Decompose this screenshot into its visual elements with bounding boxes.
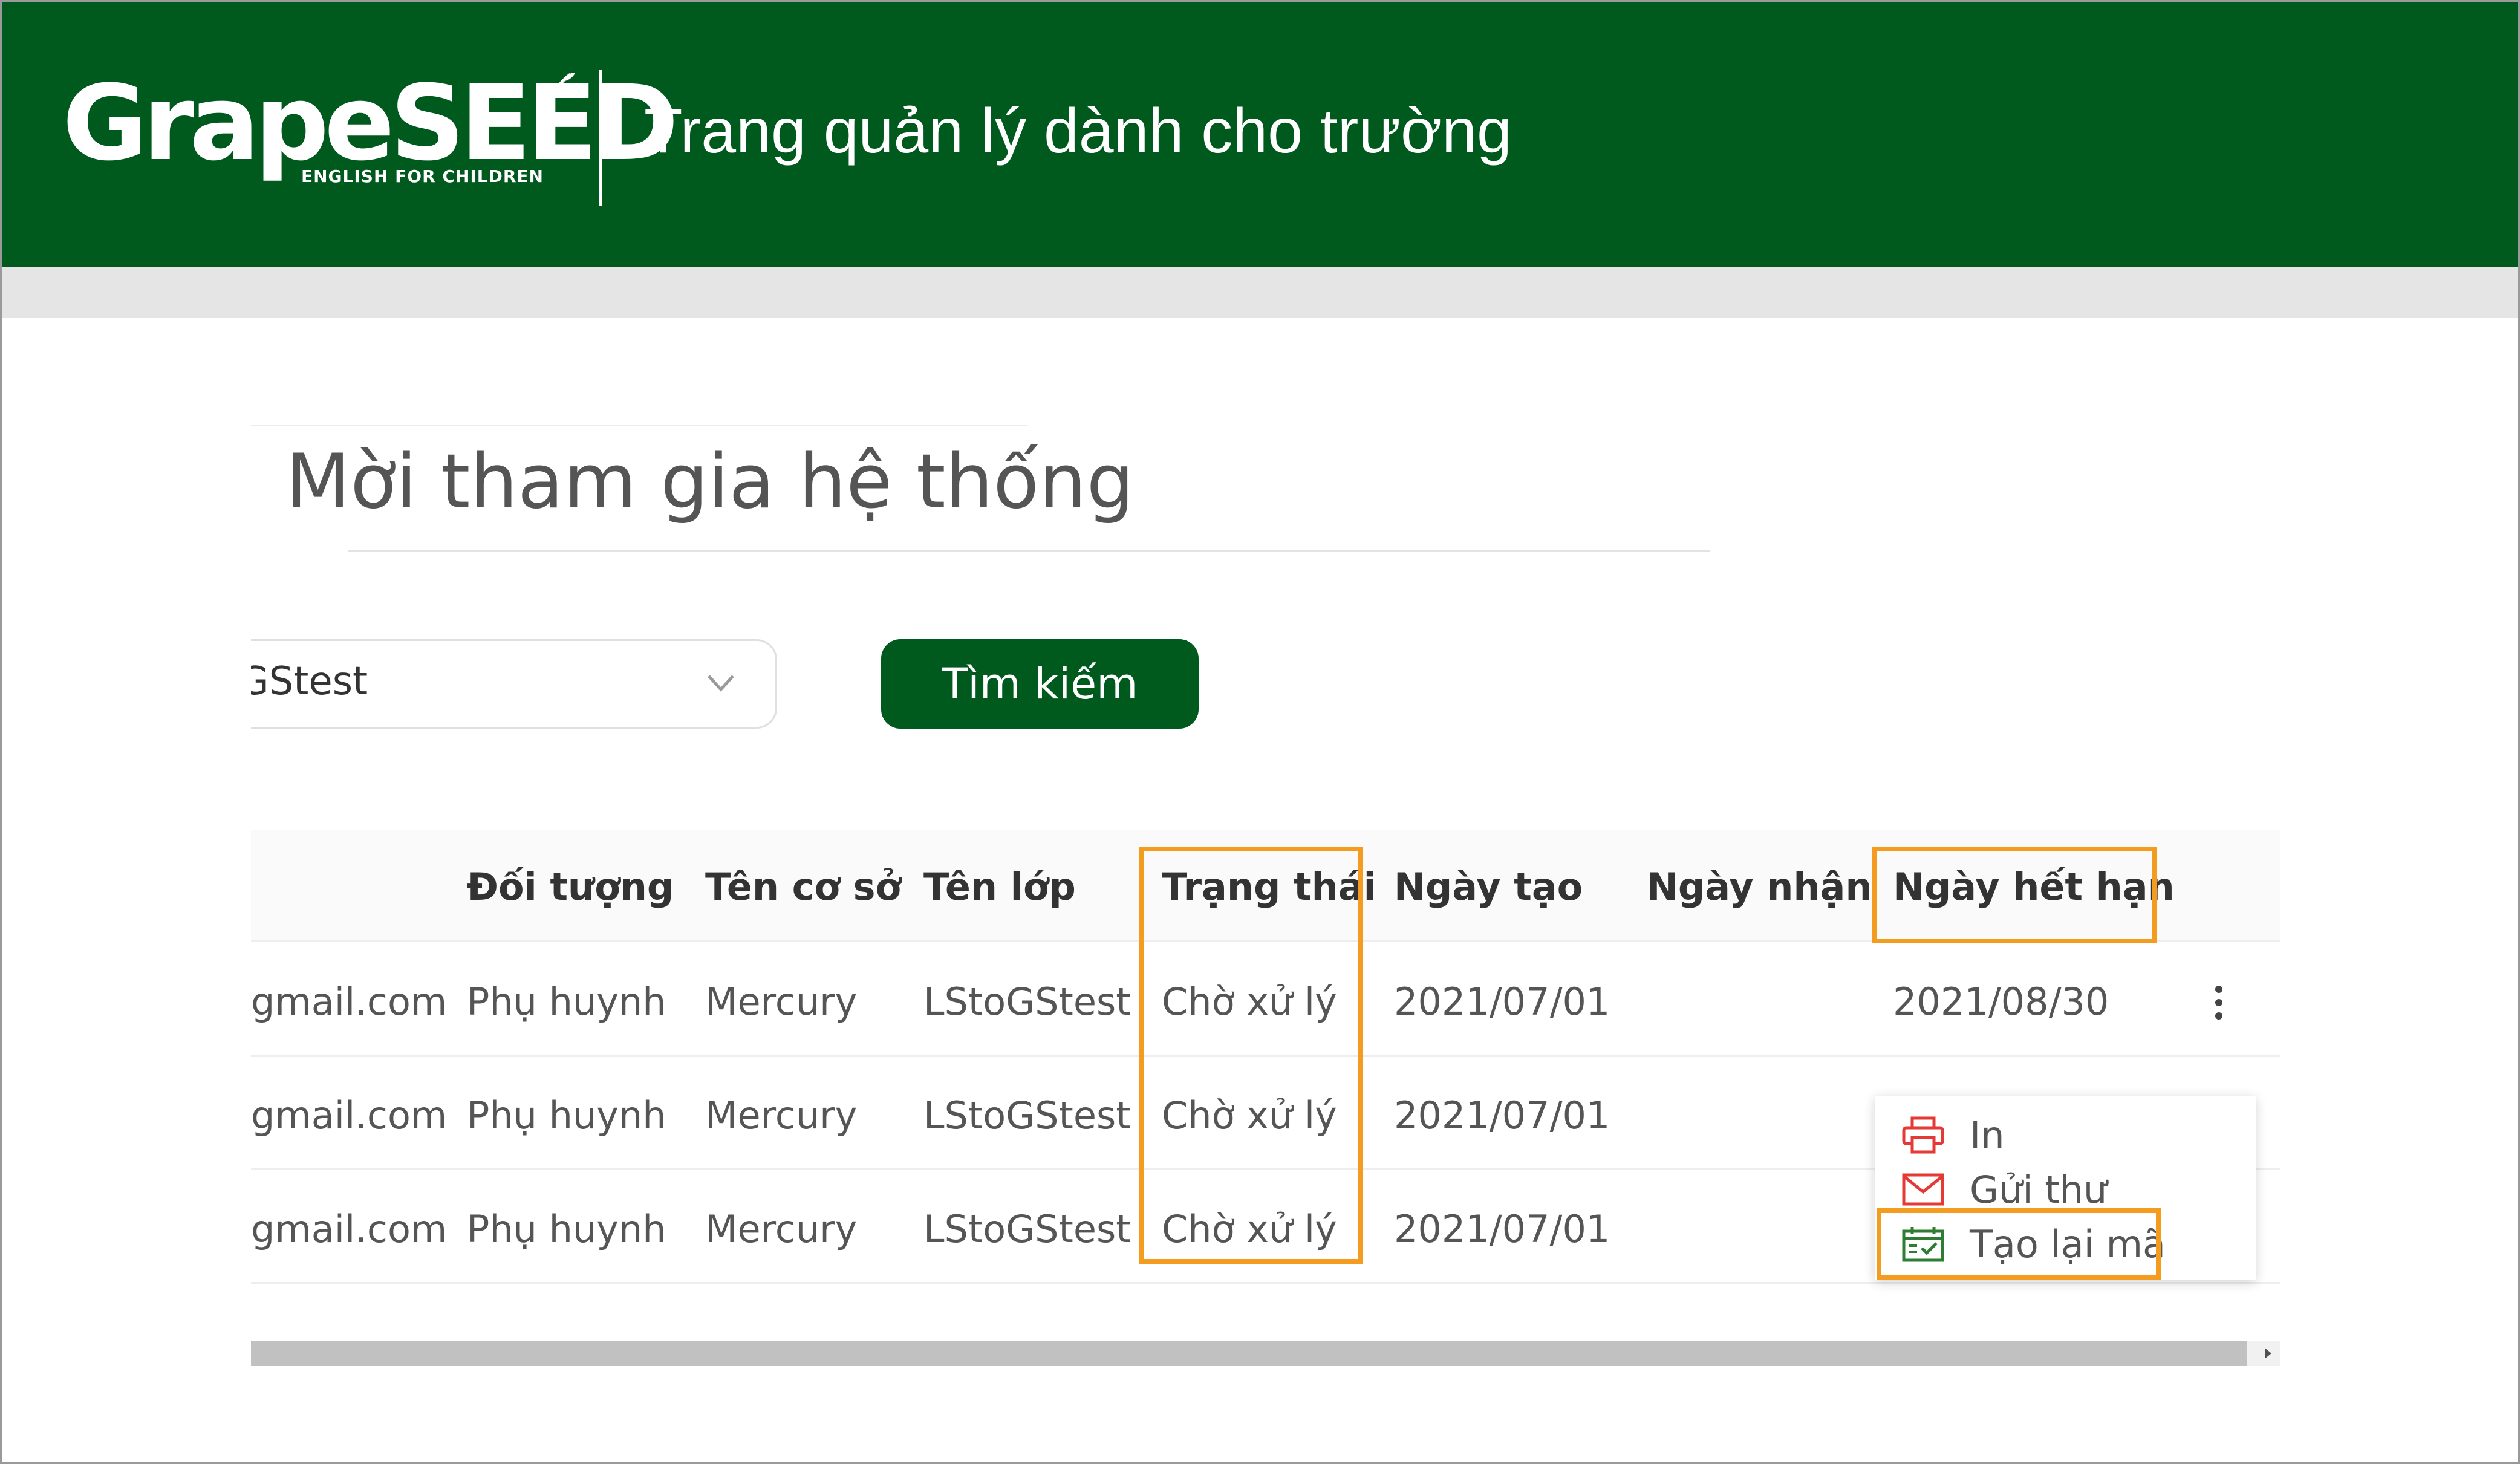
printer-icon <box>1899 1114 1947 1156</box>
row3-email: gmail.com <box>251 1207 448 1251</box>
row-divider <box>251 1282 2280 1284</box>
scrollbar-thumb[interactable] <box>251 1341 2247 1366</box>
column-header-created[interactable]: Ngày tạo <box>1394 865 1583 909</box>
header-divider <box>599 70 602 206</box>
column-header-campus[interactable]: Tên cơ sở <box>705 865 901 909</box>
menu-item-print-label: In <box>1970 1113 2005 1157</box>
row3-audience: Phụ huynh <box>467 1207 666 1251</box>
menu-item-send-mail[interactable]: Gửi thư <box>1899 1165 2107 1214</box>
logo-tagline: ENGLISH FOR CHILDREN <box>301 166 544 186</box>
row3-created: 2021/07/01 <box>1394 1207 1610 1251</box>
title-divider-bottom <box>348 550 1710 552</box>
row3-class: LStoGStest <box>923 1207 1131 1251</box>
row1-more-actions-icon[interactable] <box>2215 986 2224 1026</box>
table-horizontal-scrollbar[interactable] <box>251 1341 2280 1366</box>
status-column-highlight <box>1139 847 1363 1264</box>
row3-campus: Mercury <box>705 1207 858 1251</box>
row1-created: 2021/07/01 <box>1394 980 1610 1024</box>
regenerate-code-highlight <box>1877 1208 2161 1280</box>
scroll-right-icon[interactable] <box>2265 1348 2271 1359</box>
app-header: GrapeSEED ENGLISH FOR CHILDREN Trang quả… <box>2 2 2518 267</box>
expires-column-highlight <box>1872 847 2157 943</box>
chevron-down-icon <box>708 675 734 692</box>
row2-campus: Mercury <box>705 1093 858 1137</box>
header-title: Trang quản lý dành cho trường <box>644 96 1512 166</box>
sprout-icon <box>545 73 575 108</box>
class-select[interactable]: GStest <box>251 639 777 729</box>
class-select-value: GStest <box>251 659 368 704</box>
row2-class: LStoGStest <box>923 1093 1131 1137</box>
logo-wordmark: GrapeSEED <box>62 62 679 184</box>
row1-audience: Phụ huynh <box>467 980 666 1024</box>
row1-campus: Mercury <box>705 980 858 1024</box>
row1-expires: 2021/08/30 <box>1893 980 2109 1024</box>
row1-email: gmail.com <box>251 980 448 1024</box>
search-button[interactable]: Tìm kiếm <box>881 639 1199 729</box>
row2-created: 2021/07/01 <box>1394 1093 1610 1137</box>
page-title: Mời tham gia hệ thống <box>285 438 1135 525</box>
row1-class: LStoGStest <box>923 980 1131 1024</box>
column-header-received[interactable]: Ngày nhận <box>1647 865 1872 909</box>
menu-item-print[interactable]: In <box>1899 1111 2005 1159</box>
row2-email: gmail.com <box>251 1093 448 1137</box>
column-header-audience[interactable]: Đối tượng <box>467 865 674 909</box>
mail-icon <box>1899 1168 1947 1211</box>
menu-item-send-mail-label: Gửi thư <box>1970 1167 2108 1212</box>
row2-audience: Phụ huynh <box>467 1093 666 1137</box>
column-header-class[interactable]: Tên lớp <box>923 865 1076 909</box>
header-subbar <box>2 267 2518 318</box>
title-divider-top <box>251 425 1028 426</box>
grapeseed-logo[interactable]: GrapeSEED ENGLISH FOR CHILDREN <box>62 62 679 195</box>
